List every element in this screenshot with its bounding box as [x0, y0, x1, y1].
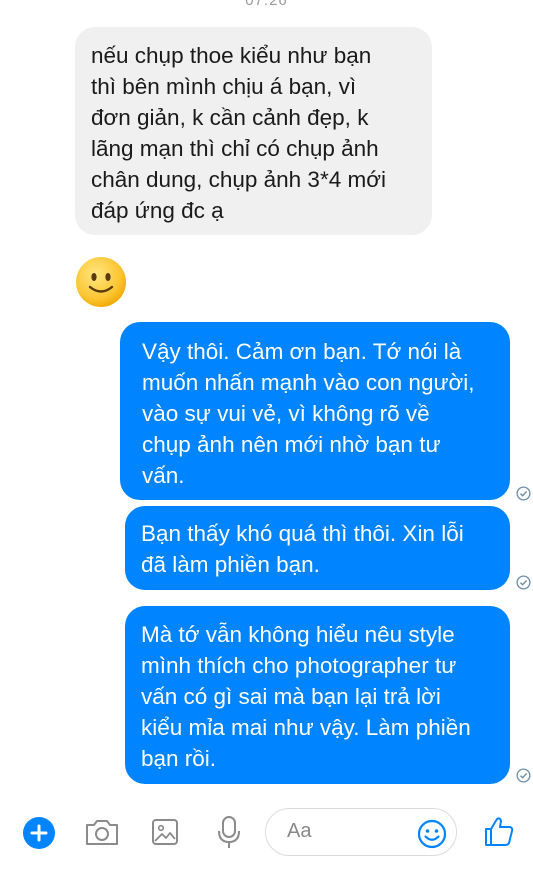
message-line: kiểu mỉa mai như vậy. Làm phiền: [141, 715, 471, 740]
message-line: lãng mạn thì chỉ có chụp ảnh: [91, 136, 379, 161]
outgoing-message-bubble[interactable]: Mà tớ vẫn không hiểu nêu style mình thíc…: [125, 606, 510, 784]
message-line: nếu chụp thoe kiểu như bạn: [91, 43, 372, 68]
message-line: thì bên mình chịu á bạn, vì: [91, 74, 357, 99]
message-line: bạn rồi.: [141, 746, 217, 771]
message-timestamp: 07:26: [245, 0, 288, 9]
microphone-icon[interactable]: [214, 814, 244, 850]
message-line: đã làm phiền bạn.: [141, 552, 320, 577]
incoming-message-bubble[interactable]: nếu chụp thoe kiểu như bạn thì bên mình …: [75, 27, 432, 235]
thumbs-up-icon[interactable]: [482, 814, 516, 848]
message-line: Bạn thấy khó quá thì thôi. Xin lỗi: [141, 521, 464, 546]
camera-icon[interactable]: [84, 816, 120, 848]
message-line: Mà tớ vẫn không hiểu nêu style: [141, 622, 455, 647]
message-line: chụp ảnh nên mới nhờ bạn tư: [142, 432, 441, 457]
message-line: đơn giản, k cần cảnh đẹp, k: [91, 105, 369, 130]
delivered-check-icon: [516, 768, 531, 783]
gallery-icon[interactable]: [150, 816, 180, 848]
delivered-check-icon: [516, 486, 531, 501]
message-line: vấn.: [142, 463, 185, 488]
smiley-emoji-icon[interactable]: [75, 256, 127, 308]
plus-icon[interactable]: [23, 817, 55, 849]
message-line: Vậy thôi. Cảm ơn bạn. Tớ nói là: [142, 339, 462, 364]
outgoing-message-bubble[interactable]: Bạn thấy khó quá thì thôi. Xin lỗi đã là…: [125, 506, 510, 590]
message-line: muốn nhấn mạnh vào con người,: [142, 370, 475, 395]
message-line: vấn có gì sai mà bạn lại trả lời: [141, 684, 441, 709]
emoji-icon[interactable]: [416, 818, 448, 850]
message-input-placeholder: Aa: [287, 820, 312, 842]
message-line: chân dung, chụp ảnh 3*4 mới: [91, 167, 386, 192]
outgoing-message-bubble[interactable]: Vậy thôi. Cảm ơn bạn. Tớ nói là muốn nhấ…: [120, 322, 510, 500]
message-line: đáp ứng đc ạ: [91, 198, 224, 223]
message-line: mình thích cho photographer tư: [141, 653, 457, 678]
delivered-check-icon: [516, 575, 531, 590]
message-line: vào sự vui vẻ, vì không rõ về: [142, 401, 430, 426]
